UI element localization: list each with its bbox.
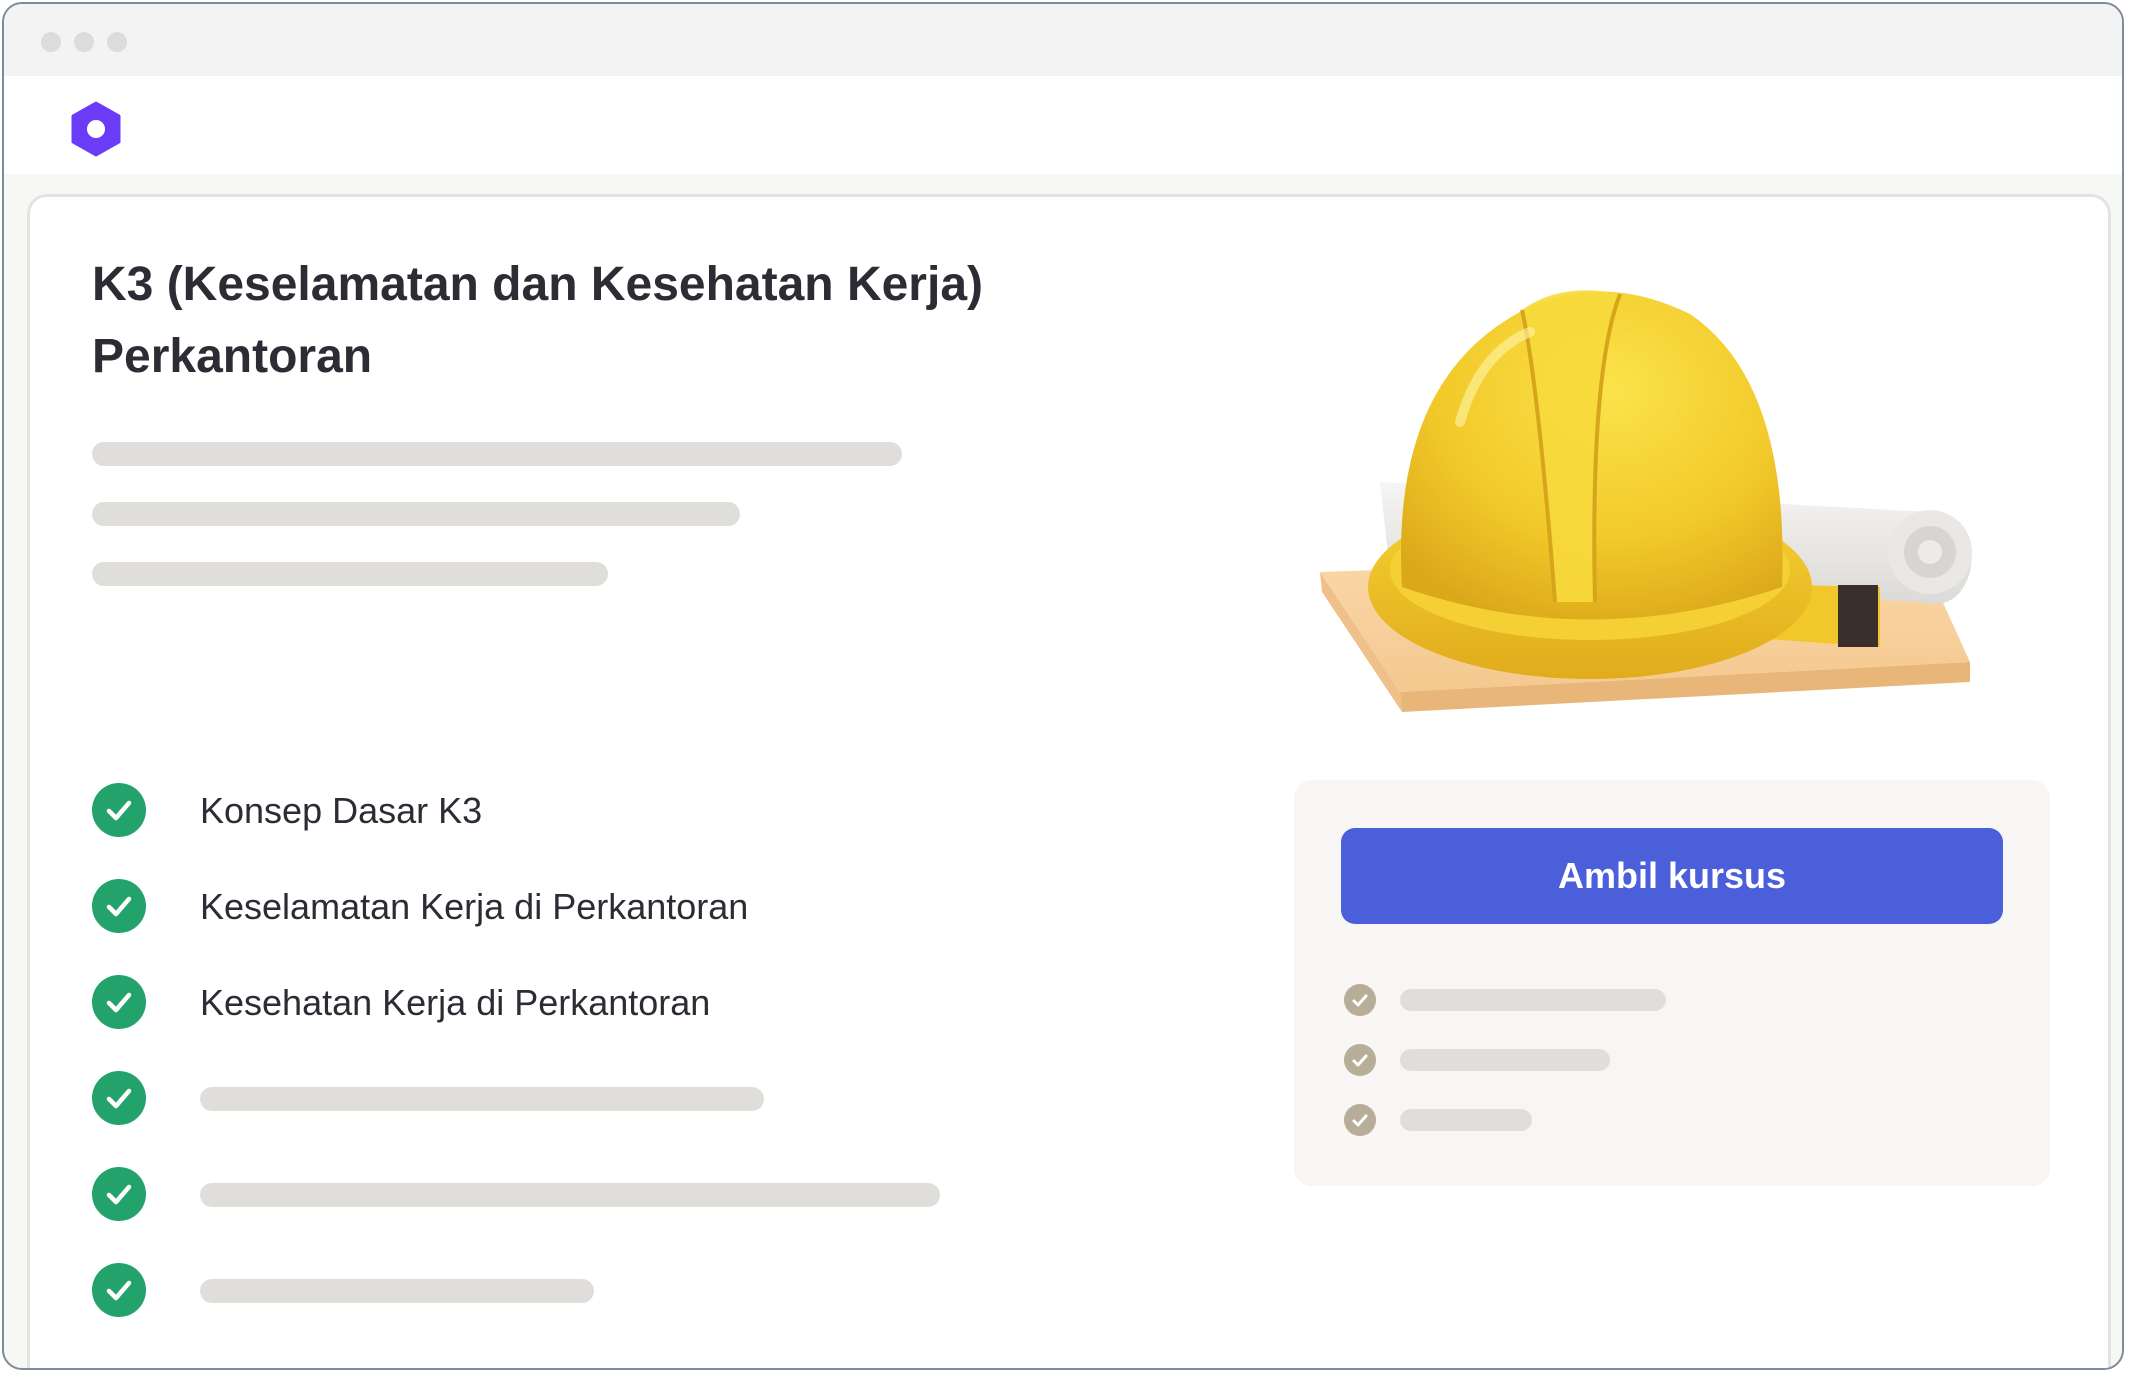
window-title-bar	[4, 4, 2122, 76]
hard-hat-blueprint-illustration	[1320, 290, 1972, 712]
feature-label: Keselamatan Kerja di Perkantoran	[200, 886, 749, 927]
feature-item	[92, 1071, 1092, 1127]
check-circle-icon	[92, 1071, 146, 1125]
check-circle-icon	[92, 975, 146, 1029]
browser-window: K3 (Keselamatan dan Kesehatan Kerja) Per…	[2, 2, 2124, 1370]
app-header	[4, 76, 2122, 174]
check-circle-icon	[92, 1263, 146, 1317]
description-placeholder-line	[92, 442, 902, 466]
check-circle-icon	[1344, 1044, 1376, 1076]
check-circle-icon	[92, 879, 146, 933]
benefit-placeholder-line	[1400, 1049, 1610, 1071]
feature-item	[92, 1263, 1092, 1319]
take-course-button[interactable]: Ambil kursus	[1341, 828, 2003, 924]
enroll-panel: Ambil kursus	[1294, 780, 2050, 1186]
feature-item: Keselamatan Kerja di Perkantoran	[92, 879, 1092, 935]
check-circle-icon	[92, 1167, 146, 1221]
hexagon-logo-icon[interactable]	[70, 101, 122, 157]
check-circle-icon	[92, 783, 146, 837]
feature-placeholder-line	[200, 1279, 594, 1303]
feature-label: Konsep Dasar K3	[200, 790, 483, 831]
benefit-placeholder-line	[1400, 1109, 1532, 1131]
check-circle-icon	[1344, 1104, 1376, 1136]
check-circle-icon	[1344, 984, 1376, 1016]
feature-label: Kesehatan Kerja di Perkantoran	[200, 982, 711, 1023]
description-placeholder-line	[92, 502, 740, 526]
benefit-placeholder-line	[1400, 989, 1666, 1011]
feature-item	[92, 1167, 1092, 1223]
window-maximize-dot[interactable]	[107, 32, 127, 52]
window-close-dot[interactable]	[41, 32, 61, 52]
feature-item: Kesehatan Kerja di Perkantoran	[92, 975, 1092, 1031]
feature-placeholder-line	[200, 1087, 764, 1111]
feature-placeholder-line	[200, 1183, 940, 1207]
feature-item: Konsep Dasar K3	[92, 783, 1092, 839]
window-minimize-dot[interactable]	[74, 32, 94, 52]
course-card: K3 (Keselamatan dan Kesehatan Kerja) Per…	[27, 194, 2111, 1368]
description-placeholder-line	[92, 562, 608, 586]
course-title: K3 (Keselamatan dan Kesehatan Kerja) Per…	[92, 258, 983, 383]
